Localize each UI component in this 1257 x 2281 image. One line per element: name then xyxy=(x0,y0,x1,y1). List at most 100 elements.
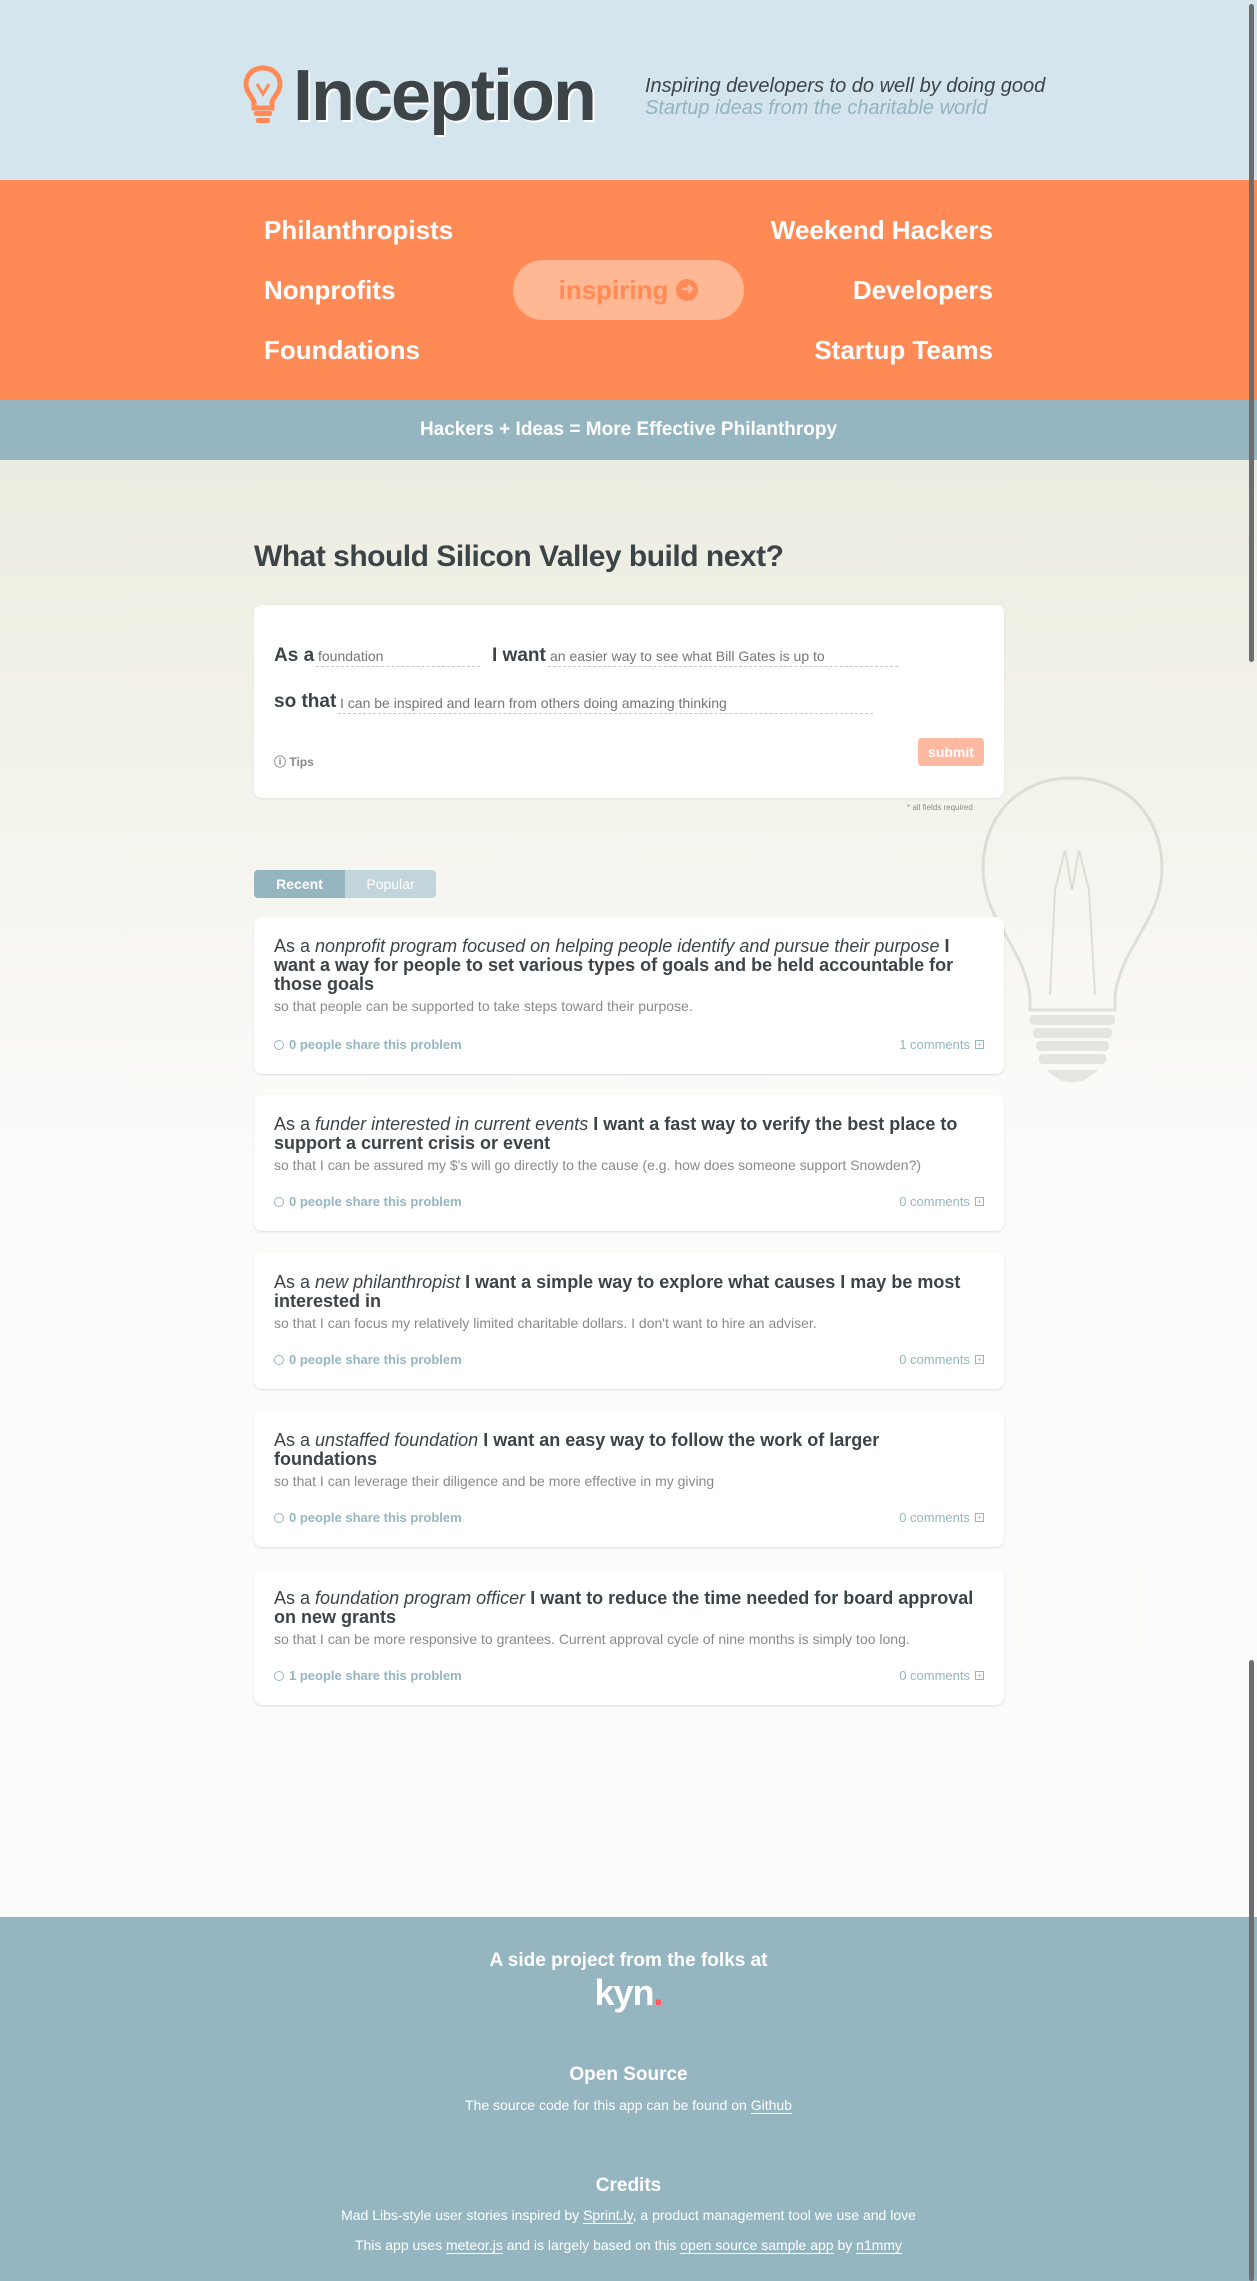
comments-link[interactable]: 0 comments + xyxy=(899,1668,984,1683)
kyn-logo[interactable]: kyn. xyxy=(0,1972,1257,2014)
open-source-description: The source code for this app can be foun… xyxy=(465,2097,747,2113)
story-text: As a unstaffed foundation I want an easy… xyxy=(274,1431,984,1469)
story-so-that: so that I can focus my relatively limite… xyxy=(274,1315,817,1331)
audience-foundations: Foundations xyxy=(264,335,420,365)
story-as-a: As a xyxy=(274,936,311,956)
credits-text: , a product management tool we use and l… xyxy=(632,2207,916,2223)
story-card: As a nonprofit program focused on helpin… xyxy=(254,917,1004,1074)
story-so-that: so that I can leverage their diligence a… xyxy=(274,1473,715,1489)
story-who: unstaffed foundation xyxy=(315,1430,479,1450)
story-text: As a new philanthropist I want a simple … xyxy=(274,1273,984,1311)
expand-icon: + xyxy=(975,1040,984,1049)
side-project-heading: A side project from the folks at xyxy=(489,1950,768,1971)
comments-count: 0 comments xyxy=(899,1668,970,1683)
story-as-a: As a xyxy=(274,1588,311,1608)
expand-icon: + xyxy=(975,1671,984,1680)
share-count: 0 people share this problem xyxy=(289,1037,462,1052)
story-who: funder interested in current events xyxy=(315,1114,589,1134)
inspiring-button[interactable]: inspiring ➜ xyxy=(513,260,744,320)
site-header: Inception Inspiring developers to do wel… xyxy=(0,0,1257,180)
github-link[interactable]: Github xyxy=(750,2097,792,2114)
tagline-secondary: Startup ideas from the charitable world xyxy=(645,97,988,119)
plus-circle-icon xyxy=(274,1670,284,1681)
comments-link[interactable]: 0 comments + xyxy=(899,1510,984,1525)
story-footer: 0 people share this problem 0 comments + xyxy=(274,1352,984,1367)
info-icon: ⓘ xyxy=(274,755,287,769)
question-title: What should Silicon Valley build next? xyxy=(254,540,784,573)
story-card: As a new philanthropist I want a simple … xyxy=(254,1253,1004,1389)
open-source-heading: Open Source xyxy=(569,2064,688,2085)
share-count: 0 people share this problem xyxy=(289,1194,462,1209)
story-so-that: so that I can be assured my $'s will go … xyxy=(274,1157,922,1173)
kyn-logo-text: kyn xyxy=(594,1972,654,2013)
logo[interactable]: Inception xyxy=(243,56,597,136)
label-as-a: As a xyxy=(274,645,315,666)
story-as-a: As a xyxy=(274,1430,311,1450)
credits-text: by xyxy=(837,2237,853,2253)
story-footer: 0 people share this problem 0 comments + xyxy=(274,1510,984,1525)
want-input[interactable] xyxy=(548,645,898,667)
story-card: As a funder interested in current events… xyxy=(254,1095,1004,1231)
share-problem-button[interactable]: 0 people share this problem xyxy=(274,1194,462,1209)
share-count: 0 people share this problem xyxy=(289,1510,462,1525)
scrollbar-thumb-lower[interactable] xyxy=(1249,1660,1254,2281)
audience-developers: Developers xyxy=(852,275,993,305)
credits-line-1: Mad Libs-style user stories inspired by … xyxy=(0,2207,1257,2224)
required-note: * all fields required xyxy=(907,803,973,812)
sprintly-link[interactable]: Sprint.ly xyxy=(583,2207,633,2224)
story-who: nonprofit program focused on helping peo… xyxy=(315,936,940,956)
comments-link[interactable]: 0 comments + xyxy=(899,1194,984,1209)
plus-circle-icon xyxy=(274,1196,284,1207)
sample-app-link[interactable]: open source sample app xyxy=(680,2237,834,2254)
tagline: Inspiring developers to do well by doing… xyxy=(645,75,1045,119)
expand-icon: + xyxy=(975,1197,984,1206)
who-input[interactable] xyxy=(316,645,480,667)
open-source-text: The source code for this app can be foun… xyxy=(0,2097,1257,2114)
tab-recent[interactable]: Recent xyxy=(254,870,345,898)
story-so-that: so that I can be more responsive to gran… xyxy=(274,1631,910,1647)
comments-count: 0 comments xyxy=(899,1352,970,1367)
inspiring-button-label: inspiring xyxy=(558,274,669,305)
story-who: new philanthropist xyxy=(315,1272,461,1292)
story-text: As a nonprofit program focused on helpin… xyxy=(274,937,984,994)
n1mmy-link[interactable]: n1mmy xyxy=(856,2237,903,2254)
meteor-link[interactable]: meteor.js xyxy=(445,2237,503,2254)
credits-text: and is largely based on this xyxy=(506,2237,677,2253)
share-problem-button[interactable]: 0 people share this problem xyxy=(274,1352,462,1367)
plus-circle-icon xyxy=(274,1512,284,1523)
comments-link[interactable]: 0 comments + xyxy=(899,1352,984,1367)
comments-link[interactable]: 1 comments + xyxy=(899,1037,984,1052)
story-footer: 1 people share this problem 0 comments + xyxy=(274,1668,984,1683)
audience-philanthropists: Philanthropists xyxy=(264,215,454,245)
credits-heading: Credits xyxy=(595,2175,662,2196)
comments-count: 0 comments xyxy=(899,1194,970,1209)
story-text: As a foundation program officer I want t… xyxy=(274,1589,984,1627)
story-as-a: As a xyxy=(274,1272,311,1292)
tips-label: Tips xyxy=(289,755,314,769)
story-card: As a foundation program officer I want t… xyxy=(254,1569,1004,1705)
share-problem-button[interactable]: 1 people share this problem xyxy=(274,1668,462,1683)
expand-icon: + xyxy=(975,1355,984,1364)
share-count: 0 people share this problem xyxy=(289,1352,462,1367)
so-that-input[interactable] xyxy=(338,692,873,714)
credits-text: Mad Libs-style user stories inspired by xyxy=(341,2207,580,2223)
plus-circle-icon xyxy=(274,1354,284,1365)
tab-popular[interactable]: Popular xyxy=(345,870,436,898)
story-so-that: so that people can be supported to take … xyxy=(274,998,693,1014)
share-problem-button[interactable]: 0 people share this problem xyxy=(274,1510,462,1525)
submit-button[interactable]: submit xyxy=(918,738,984,766)
scrollbar-thumb[interactable] xyxy=(1249,4,1254,662)
plus-circle-icon xyxy=(274,1039,284,1050)
story-footer: 0 people share this problem 1 comments + xyxy=(274,1037,984,1052)
share-problem-button[interactable]: 0 people share this problem xyxy=(274,1037,462,1052)
story-as-a: As a xyxy=(274,1114,311,1134)
arrow-right-icon: ➜ xyxy=(676,279,699,301)
tips-link[interactable]: ⓘ Tips xyxy=(274,753,314,770)
story-text: As a funder interested in current events… xyxy=(274,1115,984,1153)
credits-text: This app uses xyxy=(354,2237,443,2253)
audience-startup-teams: Startup Teams xyxy=(814,335,993,365)
audience-nonprofits: Nonprofits xyxy=(264,275,396,305)
story-card: As a unstaffed foundation I want an easy… xyxy=(254,1411,1004,1547)
background-lightbulb-icon xyxy=(981,776,1164,1083)
site-footer: A side project from the folks at kyn. Op… xyxy=(0,1917,1257,2281)
